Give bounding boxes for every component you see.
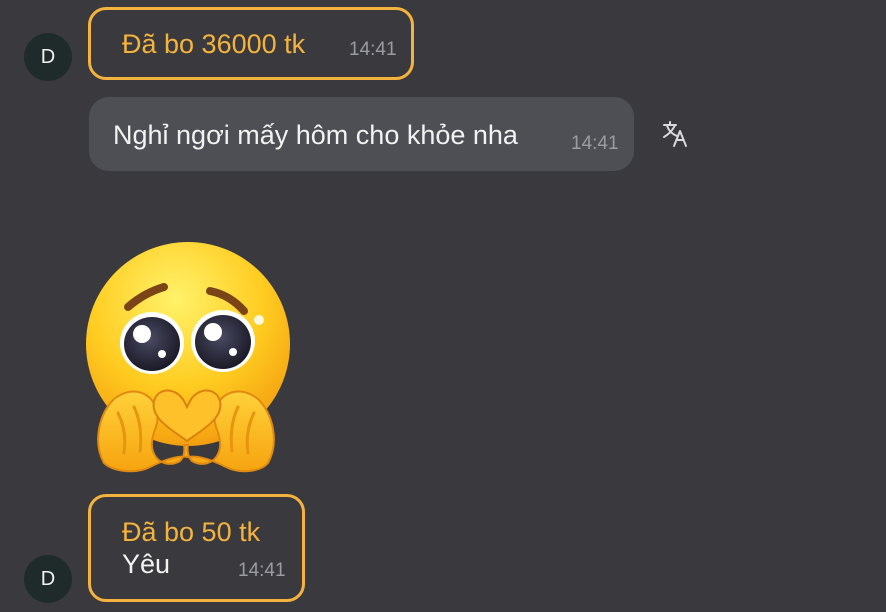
- tip-message-bubble[interactable]: Đã bo 50 tk Yêu 14:41: [88, 494, 305, 602]
- avatar-initial: D: [40, 45, 56, 68]
- message-timestamp: 14:41: [571, 133, 619, 154]
- avatar-initial: D: [40, 567, 56, 590]
- text-message-bubble[interactable]: Nghỉ ngơi mấy hôm cho khỏe nha 14:41: [89, 97, 634, 171]
- translate-icon[interactable]: [660, 119, 690, 149]
- message-timestamp: 14:41: [349, 39, 397, 60]
- tip-label: Đã bo 50 tk: [122, 517, 261, 547]
- sender-avatar[interactable]: D: [24, 555, 72, 603]
- message-text: Nghỉ ngơi mấy hôm cho khỏe nha: [113, 120, 518, 150]
- message-timestamp: 14:41: [238, 560, 286, 581]
- tip-message-bubble[interactable]: Đã bo 36000 tk 14:41: [88, 7, 414, 80]
- tip-label: Đã bo 36000 tk: [122, 29, 306, 59]
- pleading-face-heart-hands-sticker[interactable]: [84, 241, 294, 473]
- tip-message-text: Yêu: [122, 549, 171, 579]
- sender-avatar[interactable]: D: [24, 33, 72, 81]
